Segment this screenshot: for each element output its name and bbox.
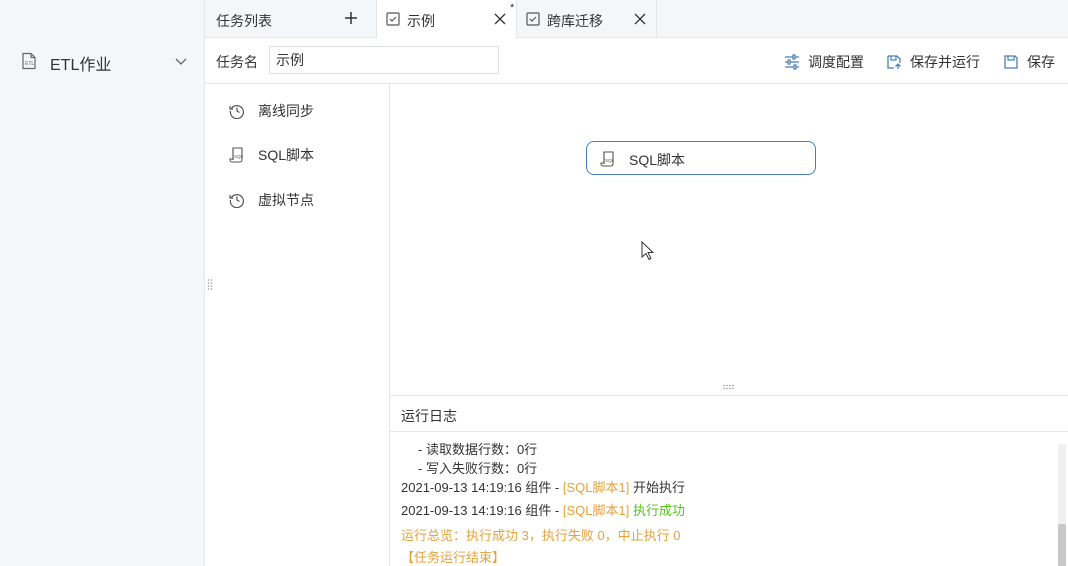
tab-bar: 任务列表 示例 * 跨库迁移	[205, 0, 1068, 39]
palette-item-sql-script[interactable]: SQL SQL脚本	[229, 144, 314, 166]
palette-item-label: 离线同步	[258, 103, 314, 119]
save-icon	[1004, 55, 1018, 69]
svg-text:SQL: SQL	[234, 154, 244, 159]
log-line: 2021-09-13 14:19:16 组件 - [SQL脚本1] 执行成功	[401, 500, 685, 519]
save-run-icon	[887, 55, 901, 69]
log-component-name: [SQL脚本1]	[562, 480, 630, 495]
task-name-input[interactable]	[269, 46, 499, 74]
sync-clock-icon	[229, 194, 244, 208]
schedule-config-label: 调度配置	[808, 54, 864, 70]
schedule-config-button[interactable]: 调度配置	[784, 52, 864, 72]
sliders-icon	[785, 54, 799, 70]
plus-icon[interactable]	[344, 11, 358, 25]
tab-task-list[interactable]: 任务列表	[205, 0, 377, 38]
svg-text:SQL: SQL	[605, 158, 615, 163]
task-name-label: 任务名	[216, 54, 258, 70]
palette-item-virtual-node[interactable]: 虚拟节点	[229, 189, 314, 211]
sidebar-item-etl[interactable]: ETL ETL作业	[0, 44, 205, 78]
palette-item-offline-sync[interactable]: 离线同步	[229, 100, 314, 122]
log-scrollbar[interactable]	[1058, 444, 1066, 566]
log-line: - 读取数据行数：0行	[418, 442, 538, 457]
tab-example[interactable]: 示例 *	[377, 0, 517, 39]
log-end: 【任务运行结束】	[401, 550, 506, 565]
close-icon[interactable]	[634, 13, 646, 25]
task-toolbar: 任务名 调度配置 保存并运行 保存	[205, 38, 1068, 84]
save-and-run-label: 保存并运行	[910, 54, 980, 70]
left-sidebar: ETL ETL作业	[0, 0, 205, 566]
chevron-down-icon[interactable]	[174, 54, 188, 68]
run-log-panel: 运行日志 - 读取数据行数：0行 - 写入失败行数：0行 2021-09-13 …	[390, 395, 1068, 566]
log-status: 开始执行	[629, 480, 685, 495]
drag-handle-icon[interactable]	[207, 278, 213, 292]
save-label: 保存	[1027, 54, 1055, 70]
tab-cross-db-migration[interactable]: 跨库迁移	[517, 0, 657, 38]
resize-handle-icon[interactable]	[722, 384, 736, 390]
etl-file-icon: ETL	[22, 52, 36, 70]
component-palette: 离线同步 SQL SQL脚本 虚拟节点	[205, 84, 390, 566]
log-title: 运行日志	[401, 408, 457, 424]
log-component-name: [SQL脚本1]	[562, 503, 630, 518]
modified-indicator: *	[510, 2, 515, 14]
log-body: - 读取数据行数：0行 - 写入失败行数：0行 2021-09-13 14:19…	[390, 432, 1058, 566]
flow-canvas[interactable]: SQL SQL脚本	[390, 84, 1068, 395]
sql-scroll-icon: SQL	[229, 147, 244, 163]
sidebar-item-label: ETL作业	[50, 57, 112, 74]
canvas-node-sql-script[interactable]: SQL SQL脚本	[586, 141, 816, 175]
sql-scroll-icon: SQL	[600, 151, 615, 167]
palette-item-label: 虚拟节点	[258, 192, 314, 208]
save-and-run-button[interactable]: 保存并运行	[886, 52, 980, 72]
node-label: SQL脚本	[629, 152, 686, 168]
tab-label: 任务列表	[216, 13, 272, 29]
log-line: 2021-09-13 14:19:16 组件 - [SQL脚本1] 开始执行	[401, 477, 685, 496]
sync-clock-icon	[229, 105, 244, 119]
log-line-prefix: 2021-09-13 14:19:16 组件 -	[401, 480, 563, 495]
log-line-prefix: 2021-09-13 14:19:16 组件 -	[401, 503, 563, 518]
mouse-cursor-icon	[641, 241, 655, 261]
tab-label: 示例	[407, 13, 435, 29]
log-scrollbar-thumb[interactable]	[1058, 524, 1066, 566]
checkbox-icon	[386, 12, 400, 26]
log-header: 运行日志	[390, 396, 1068, 432]
save-button[interactable]: 保存	[1003, 52, 1055, 72]
tab-label: 跨库迁移	[547, 13, 603, 29]
log-summary: 运行总览：执行成功 3，执行失败 0，中止执行 0	[401, 528, 681, 543]
palette-item-label: SQL脚本	[258, 147, 315, 163]
log-line: - 写入失败行数：0行	[418, 461, 538, 476]
close-icon[interactable]	[494, 13, 506, 25]
checkbox-icon	[526, 12, 540, 26]
svg-text:ETL: ETL	[25, 61, 34, 67]
log-status-success: 执行成功	[629, 503, 685, 518]
